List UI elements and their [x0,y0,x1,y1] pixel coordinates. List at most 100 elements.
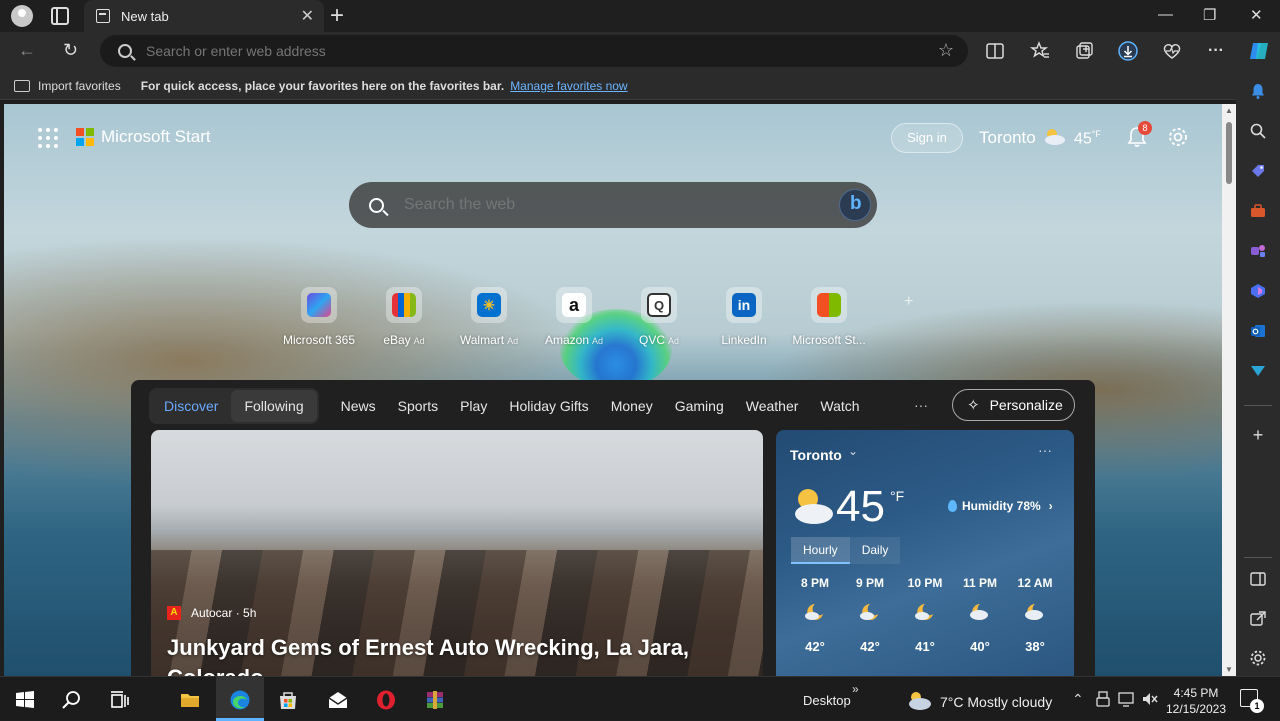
tab-following[interactable]: Following [231,390,317,422]
weather-city[interactable]: Toronto [790,447,842,463]
nav-money[interactable]: Money [611,398,653,414]
favorites-icon[interactable] [1029,40,1051,62]
outlook-icon[interactable] [1249,322,1267,340]
web-search-input[interactable] [404,196,804,214]
quick-link-ebay[interactable]: eBay Ad [359,287,449,347]
edge-sidebar: + [1236,72,1280,676]
shopping-tag-icon[interactable] [1249,162,1267,180]
amazon-icon: a [562,293,586,317]
task-view-icon[interactable] [109,689,131,711]
winrar-icon[interactable] [424,689,446,711]
quick-link-tile: a [556,287,592,323]
scroll-down-icon[interactable]: ▼ [1225,665,1233,674]
header-weather-temp[interactable]: 45°F [1074,129,1101,148]
add-icon[interactable]: + [1249,426,1267,444]
hour-item: 10 PM 41° [900,576,950,654]
news-card[interactable]: A Autocar · 5h Junkyard Gems of Ernest A… [151,430,763,676]
bing-chat-icon[interactable] [839,189,871,221]
settings-gear-icon[interactable] [1167,126,1189,148]
copilot-icon[interactable] [1247,39,1271,63]
sidebar-layout-icon[interactable] [1249,570,1267,588]
settings-gear-icon[interactable] [1249,649,1267,667]
cloudy-weather-icon[interactable] [906,689,932,711]
tab-close-icon[interactable]: ✕ [301,6,314,26]
nav-watch[interactable]: Watch [820,398,859,414]
chevron-right-icon[interactable]: » [852,682,859,696]
quick-link-microsoft-store[interactable]: Microsoft St... [784,287,874,347]
search-icon[interactable] [1249,122,1267,140]
sign-in-button[interactable]: Sign in [891,123,963,153]
address-input[interactable] [146,43,886,59]
nav-gaming[interactable]: Gaming [675,398,724,414]
scrollbar-thumb[interactable] [1226,122,1232,184]
microsoft-store-icon[interactable] [277,689,299,711]
tab-discover[interactable]: Discover [151,390,232,422]
quick-link-linkedin[interactable]: in LinkedIn [699,287,789,347]
tab-daily[interactable]: Daily [849,537,901,564]
games-icon[interactable] [1249,242,1267,260]
split-screen-icon[interactable] [984,40,1006,62]
more-options-icon[interactable]: ··· [1205,40,1227,62]
desktop-toolbar-label[interactable]: Desktop [803,693,851,708]
nav-weather[interactable]: Weather [746,398,799,414]
tools-icon[interactable] [1249,202,1267,220]
volume-muted-icon[interactable] [1141,691,1159,707]
network-icon[interactable] [1118,691,1136,707]
app-launcher-icon[interactable] [38,128,58,148]
search-icon[interactable] [61,689,83,711]
profile-avatar[interactable] [11,5,33,27]
microsoft-365-icon[interactable] [1249,282,1267,300]
nav-news[interactable]: News [341,398,376,414]
close-window-button[interactable]: ✕ [1250,6,1263,24]
downloads-icon[interactable] [1117,40,1139,62]
usb-device-icon[interactable] [1096,691,1110,707]
brand-title[interactable]: Microsoft Start [101,127,211,147]
import-icon [14,79,30,92]
edge-browser-icon[interactable] [229,689,251,711]
new-tab-button[interactable]: + [330,2,344,30]
manage-favorites-link[interactable]: Manage favorites now [510,79,627,93]
collections-icon[interactable] [1073,40,1095,62]
quick-link-microsoft-365[interactable]: Microsoft 365 [274,287,364,347]
opera-browser-icon[interactable] [375,689,397,711]
feed-more-button[interactable]: ··· [914,397,928,413]
nav-holiday-gifts[interactable]: Holiday Gifts [509,398,588,414]
file-explorer-icon[interactable] [179,689,201,711]
mail-icon[interactable] [327,689,349,711]
bell-icon[interactable] [1249,82,1267,100]
open-external-icon[interactable] [1249,610,1267,628]
quick-link-amazon[interactable]: a Amazon Ad [529,287,619,347]
weather-card[interactable]: Toronto ⌄ ··· 45 °F Humidity 78% › Hourl… [776,430,1074,676]
web-search-box[interactable] [349,182,877,228]
tab-hourly[interactable]: Hourly [791,537,850,564]
refresh-button[interactable]: ↻ [63,40,78,61]
weather-more-icon[interactable]: ··· [1038,442,1052,458]
send-icon[interactable] [1249,362,1267,380]
minimize-button[interactable]: — [1158,6,1173,23]
tab-new-tab[interactable]: New tab ✕ [84,0,324,32]
scroll-up-icon[interactable]: ▲ [1225,106,1233,115]
restore-button[interactable]: ❐ [1203,6,1216,24]
personalize-button[interactable]: ✧ Personalize [952,389,1075,421]
news-headline[interactable]: Junkyard Gems of Ernest Auto Wrecking, L… [167,633,757,676]
browser-essentials-icon[interactable] [1161,40,1183,62]
humidity-link[interactable]: Humidity 78% › [948,499,1053,513]
nav-sports[interactable]: Sports [398,398,438,414]
back-button[interactable]: ← [18,40,36,61]
system-clock[interactable]: 4:45 PM 12/15/2023 [1160,685,1232,717]
tab-actions-icon[interactable] [51,7,69,25]
quick-link-qvc[interactable]: Q QVC Ad [614,287,704,347]
favorite-star-icon[interactable]: ☆ [938,40,954,61]
clock-time: 4:45 PM [1173,686,1219,700]
nav-play[interactable]: Play [460,398,487,414]
header-weather-city[interactable]: Toronto [979,128,1036,148]
address-bar[interactable]: ☆ [100,35,968,67]
taskbar-weather-text[interactable]: 7°C Mostly cloudy [940,694,1052,710]
import-favorites-button[interactable]: Import favorites [14,79,121,93]
windows-start-icon[interactable] [14,689,36,711]
page-scrollbar[interactable]: ▲ ▼ [1222,104,1236,676]
show-hidden-icons-chevron-icon[interactable]: ⌃ [1072,691,1084,708]
chevron-down-icon[interactable]: ⌄ [848,444,858,458]
quick-link-walmart[interactable]: ✳ Walmart Ad [444,287,534,347]
add-quick-link-button[interactable]: + [904,293,913,311]
